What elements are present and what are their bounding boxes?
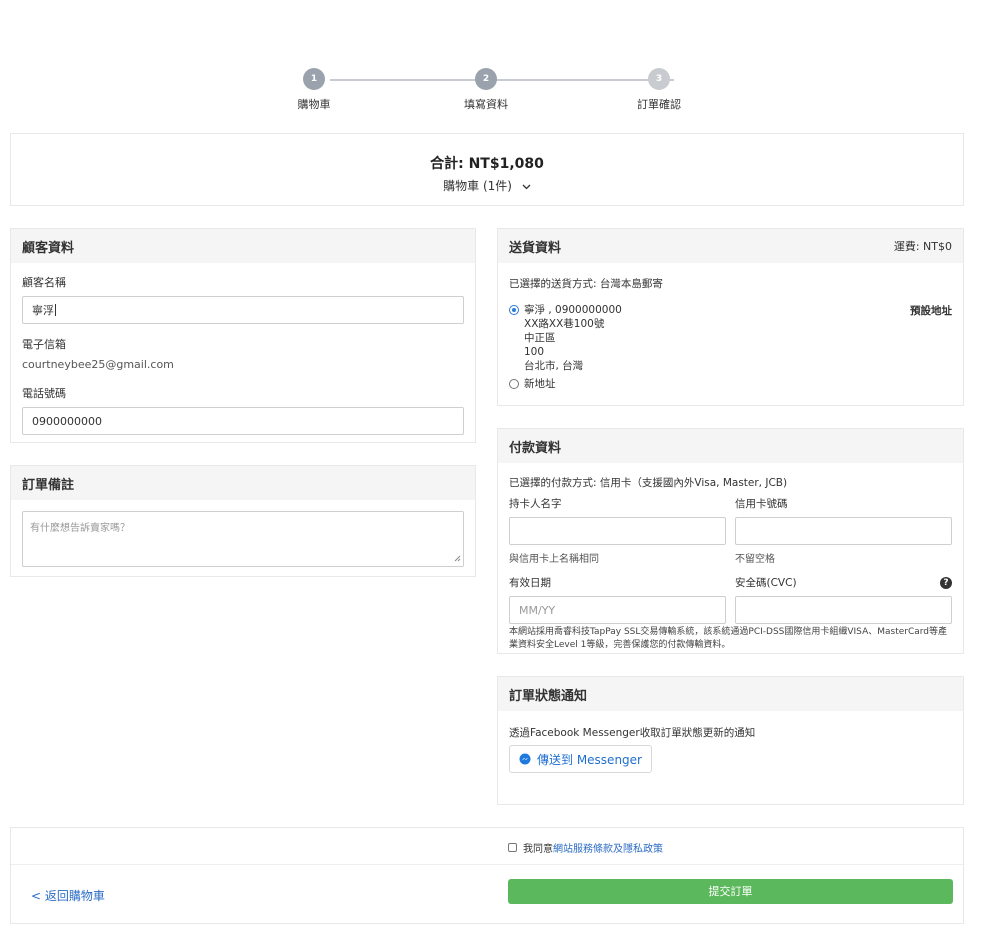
payment-panel-header: 付款資料 bbox=[498, 429, 963, 463]
shipping-panel: 送貨資料 運費: NT$0 已選擇的送貨方式: 台灣本島郵寄 寧淨 , 0900… bbox=[497, 228, 964, 406]
payment-panel: 付款資料 已選擇的付款方式: 信用卡（支援國內外Visa, Master, JC… bbox=[497, 428, 964, 654]
messenger-icon bbox=[519, 753, 531, 765]
address-line-1: 寧淨 , 0900000000 bbox=[524, 304, 622, 316]
send-to-messenger-label: 傳送到 Messenger bbox=[537, 752, 642, 767]
new-address-label: 新地址 bbox=[524, 378, 556, 390]
address-line-2: XX路XX巷100號 bbox=[524, 318, 605, 330]
saved-address-radio[interactable] bbox=[509, 305, 519, 315]
address-line-4: 100 bbox=[524, 346, 545, 358]
terms-prefix: 我同意 bbox=[523, 844, 553, 855]
order-notification-header: 訂單狀態通知 bbox=[498, 677, 963, 711]
expiry-placeholder: MM/YY bbox=[519, 603, 556, 617]
order-notes-textarea[interactable]: 有什麼想告訴賣家嗎？ bbox=[22, 511, 464, 567]
card-holder-label: 持卡人名字 bbox=[509, 498, 562, 510]
address-line-3: 中正區 bbox=[524, 332, 556, 344]
step-2-label: 填寫資料 bbox=[464, 98, 508, 111]
shipping-panel-header: 送貨資料 運費: NT$0 bbox=[498, 229, 963, 263]
order-notification-title: 訂單狀態通知 bbox=[509, 688, 588, 704]
cart-toggle[interactable]: 購物車 (1件) bbox=[11, 177, 963, 194]
shipping-method: 已選擇的送貨方式: 台灣本島郵寄 bbox=[509, 278, 663, 290]
step-3-dot: 3 bbox=[648, 68, 670, 90]
new-address-option[interactable]: 新地址 bbox=[509, 376, 952, 391]
step-cart: 1 購物車 bbox=[274, 68, 354, 112]
step-2-dot: 2 bbox=[475, 68, 497, 90]
card-number-input[interactable] bbox=[735, 517, 952, 545]
step-1-dot: 1 bbox=[303, 68, 325, 90]
footer-divider bbox=[11, 864, 963, 865]
step-1-label: 購物車 bbox=[297, 98, 331, 111]
payment-method: 已選擇的付款方式: 信用卡（支援國內外Visa, Master, JCB) bbox=[509, 477, 788, 489]
submit-order-button[interactable]: 提交訂單 bbox=[508, 879, 953, 904]
customer-panel-header: 顧客資料 bbox=[11, 229, 475, 263]
new-address-radio[interactable] bbox=[509, 379, 519, 389]
help-icon[interactable]: ? bbox=[940, 576, 952, 589]
card-number-hint: 不留空格 bbox=[735, 554, 775, 565]
order-total: 合計: NT$1,080 bbox=[430, 156, 544, 172]
chevron-down-icon bbox=[522, 182, 531, 193]
customer-panel: 顧客資料 顧客名稱 寧浮 電子信箱 courtneybee25@gmail.co… bbox=[10, 228, 476, 443]
order-notes-panel: 訂單備註 有什麼想告訴賣家嗎？ bbox=[10, 465, 476, 577]
expiry-label: 有效日期 bbox=[509, 577, 551, 589]
messenger-description: 透過Facebook Messenger收取訂單狀態更新的通知 bbox=[509, 727, 756, 739]
checkout-stepper: 1 購物車 2 填寫資料 3 訂單確認 bbox=[290, 68, 690, 118]
terms-checkbox[interactable] bbox=[508, 843, 517, 852]
customer-name-label: 顧客名稱 bbox=[22, 276, 66, 289]
order-summary: 合計: NT$1,080 購物車 (1件) bbox=[10, 133, 964, 206]
customer-name-value: 寧浮 bbox=[32, 304, 54, 317]
customer-panel-title: 顧客資料 bbox=[22, 240, 75, 256]
card-holder-hint: 與信用卡上名稱相同 bbox=[509, 554, 599, 565]
back-to-cart-link[interactable]: < 返回購物車 bbox=[31, 887, 105, 904]
step-3-label: 訂單確認 bbox=[637, 98, 681, 111]
card-holder-input[interactable] bbox=[509, 517, 726, 545]
step-confirm: 3 訂單確認 bbox=[619, 68, 699, 112]
default-address-label: 預設地址 bbox=[910, 305, 952, 317]
payment-security-note: 本網站採用喬睿科技TapPay SSL交易傳輸系統，該系統通過PCI-DSS國際… bbox=[509, 627, 948, 650]
order-notification-panel: 訂單狀態通知 透過Facebook Messenger收取訂單狀態更新的通知 傳… bbox=[497, 676, 964, 805]
cvc-input[interactable] bbox=[735, 596, 952, 624]
address-line-5: 台北市, 台灣 bbox=[524, 360, 584, 372]
terms-link[interactable]: 網站服務條款及隱私政策 bbox=[553, 840, 663, 855]
checkout-footer: 我同意 網站服務條款及隱私政策 < 返回購物車 提交訂單 bbox=[10, 827, 964, 924]
step-fill-info: 2 填寫資料 bbox=[446, 68, 526, 112]
email-label: 電子信箱 bbox=[22, 338, 66, 351]
resize-handle-icon bbox=[453, 551, 461, 565]
expiry-input[interactable]: MM/YY bbox=[509, 596, 726, 624]
send-to-messenger-button[interactable]: 傳送到 Messenger bbox=[509, 745, 652, 773]
cvc-label: 安全碼(CVC) bbox=[735, 577, 797, 589]
card-number-label: 信用卡號碼 bbox=[735, 498, 788, 510]
order-notes-placeholder: 有什麼想告訴賣家嗎？ bbox=[30, 523, 130, 534]
shipping-fee: 運費: NT$0 bbox=[893, 240, 952, 253]
cart-count-label: 購物車 (1件) bbox=[443, 179, 512, 193]
order-notes-title: 訂單備註 bbox=[22, 477, 75, 493]
payment-panel-title: 付款資料 bbox=[509, 440, 562, 456]
order-notes-header: 訂單備註 bbox=[11, 466, 475, 500]
saved-address-option[interactable]: 寧淨 , 0900000000 XX路XX巷100號 中正區 100 台北市, … bbox=[509, 303, 952, 373]
phone-label: 電話號碼 bbox=[22, 387, 66, 400]
email-value: courtneybee25@gmail.com bbox=[22, 358, 174, 371]
shipping-panel-title: 送貨資料 bbox=[509, 240, 562, 256]
phone-value: 0900000000 bbox=[32, 414, 102, 428]
customer-name-input[interactable]: 寧浮 bbox=[22, 296, 464, 324]
terms-agreement[interactable]: 我同意 網站服務條款及隱私政策 bbox=[508, 840, 663, 855]
phone-input[interactable]: 0900000000 bbox=[22, 407, 464, 435]
